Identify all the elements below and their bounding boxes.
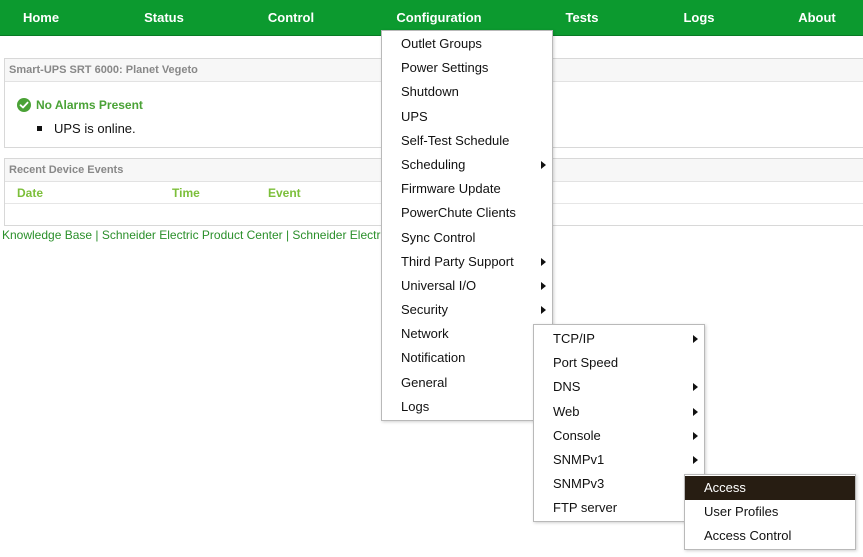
menu-item-universal-io[interactable]: Universal I/O	[382, 274, 552, 298]
menu-item-access[interactable]: Access	[685, 476, 855, 501]
menu-item-label: Notification	[401, 350, 466, 366]
menu-item-label: Access	[704, 480, 746, 495]
nav-control[interactable]: Control	[258, 0, 324, 35]
menu-item-label: SNMPv1	[553, 451, 605, 467]
menu-item-snmpv3[interactable]: SNMPv3	[534, 472, 704, 496]
menu-item-label: Shutdown	[401, 84, 459, 100]
nav-status[interactable]: Status	[134, 0, 194, 35]
menu-item-label: SNMPv3	[553, 476, 605, 492]
network-submenu: TCP/IP Port Speed DNS Web Console SNMPv1…	[533, 324, 705, 522]
menu-item-third-party-support[interactable]: Third Party Support	[382, 250, 552, 274]
menu-item-powerchute-clients[interactable]: PowerChute Clients	[382, 201, 552, 225]
menu-item-label: Firmware Update	[401, 181, 501, 197]
menu-item-port-speed[interactable]: Port Speed	[534, 351, 704, 375]
chevron-right-icon	[541, 257, 546, 266]
nav-home[interactable]: Home	[12, 0, 70, 35]
menu-item-label: Security	[401, 302, 448, 318]
chevron-right-icon	[693, 455, 698, 464]
status-text: UPS is online.	[54, 121, 136, 136]
menu-item-snmpv1[interactable]: SNMPv1	[534, 448, 704, 472]
nav-tests[interactable]: Tests	[554, 0, 610, 35]
link-knowledge-base[interactable]: Knowledge Base	[2, 228, 92, 242]
menu-item-firmware-update[interactable]: Firmware Update	[382, 177, 552, 201]
menu-item-ups[interactable]: UPS	[382, 105, 552, 129]
menu-item-user-profiles[interactable]: User Profiles	[685, 500, 855, 524]
nav-about[interactable]: About	[790, 0, 844, 35]
chevron-right-icon	[693, 407, 698, 416]
menu-item-label: PowerChute Clients	[401, 205, 516, 221]
bullet-icon	[37, 126, 42, 131]
menu-item-label: Sync Control	[401, 229, 476, 245]
menu-item-label: Scheduling	[401, 156, 466, 172]
menu-item-label: FTP server	[553, 500, 618, 516]
alarm-status: No Alarms Present	[17, 96, 143, 114]
chevron-right-icon	[541, 160, 546, 169]
menu-item-tcpip[interactable]: TCP/IP	[534, 327, 704, 351]
menu-item-shutdown[interactable]: Shutdown	[382, 80, 552, 104]
column-header-event[interactable]: Event	[268, 186, 301, 200]
menu-item-label: UPS	[401, 108, 428, 124]
link-product-center[interactable]: Schneider Electric Product Center	[102, 228, 283, 242]
status-list-item: UPS is online.	[37, 121, 136, 136]
menu-item-label: General	[401, 374, 448, 390]
menu-item-label: TCP/IP	[553, 331, 595, 346]
menu-item-web[interactable]: Web	[534, 400, 704, 424]
menu-item-label: DNS	[553, 379, 581, 395]
chevron-right-icon	[693, 383, 698, 392]
menu-item-notification[interactable]: Notification	[382, 346, 552, 370]
menu-item-general[interactable]: General	[382, 371, 552, 395]
check-circle-icon	[17, 98, 31, 112]
chevron-right-icon	[693, 335, 698, 343]
configuration-menu: Outlet Groups Power Settings Shutdown UP…	[381, 30, 553, 421]
chevron-right-icon	[541, 306, 546, 315]
menu-item-console[interactable]: Console	[534, 424, 704, 448]
footer-links: Knowledge Base | Schneider Electric Prod…	[2, 228, 380, 242]
chevron-right-icon	[693, 431, 698, 440]
menu-item-label: Port Speed	[553, 355, 619, 371]
menu-item-label: Power Settings	[401, 60, 489, 76]
menu-item-label: Console	[553, 427, 601, 443]
menu-item-label: Access Control	[704, 528, 792, 544]
menu-item-label: User Profiles	[704, 504, 779, 520]
menu-item-label: Network	[401, 326, 449, 342]
menu-item-power-settings[interactable]: Power Settings	[382, 56, 552, 80]
nav-logs[interactable]: Logs	[676, 0, 722, 35]
menu-item-label: Web	[553, 403, 580, 419]
menu-item-ftp-server[interactable]: FTP server	[534, 496, 704, 520]
menu-item-dns[interactable]: DNS	[534, 375, 704, 399]
column-header-time[interactable]: Time	[172, 186, 200, 200]
menu-item-label: Logs	[401, 398, 430, 414]
menu-item-access-control[interactable]: Access Control	[685, 524, 855, 548]
menu-item-security[interactable]: Security	[382, 298, 552, 322]
menu-item-label: Universal I/O	[401, 277, 477, 293]
menu-item-self-test-schedule[interactable]: Self-Test Schedule	[382, 129, 552, 153]
menu-item-label: Self-Test Schedule	[401, 132, 510, 148]
menu-item-network[interactable]: Network	[382, 322, 552, 346]
link-schneider-electric[interactable]: Schneider Electr	[292, 228, 380, 242]
snmpv3-submenu: Access User Profiles Access Control	[684, 474, 856, 550]
menu-item-label: Outlet Groups	[401, 36, 482, 51]
column-header-date[interactable]: Date	[17, 186, 43, 200]
menu-item-label: Third Party Support	[401, 253, 514, 269]
menu-item-sync-control[interactable]: Sync Control	[382, 226, 552, 250]
chevron-right-icon	[541, 281, 546, 290]
alarm-text: No Alarms Present	[36, 98, 143, 112]
menu-item-outlet-groups[interactable]: Outlet Groups	[382, 32, 552, 56]
menu-item-scheduling[interactable]: Scheduling	[382, 153, 552, 177]
menu-item-logs[interactable]: Logs	[382, 395, 552, 419]
